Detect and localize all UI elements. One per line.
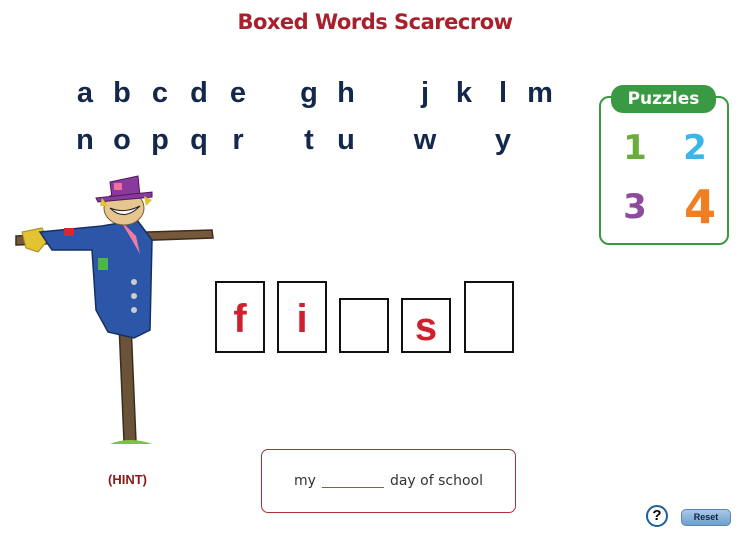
- letter-key-a[interactable]: a: [68, 76, 102, 110]
- letter-box-4[interactable]: s: [401, 298, 451, 353]
- puzzle-1-button[interactable]: 1: [618, 128, 652, 168]
- letter-key-l[interactable]: l: [486, 76, 520, 110]
- button: [131, 307, 137, 313]
- letter-key-q[interactable]: q: [182, 123, 216, 157]
- letter-box-5[interactable]: [464, 281, 514, 353]
- scarecrow-illustration: [15, 175, 214, 444]
- letter-key-m[interactable]: m: [523, 76, 557, 110]
- letter-box-2[interactable]: i: [277, 281, 327, 353]
- puzzles-label: Puzzles: [611, 85, 716, 113]
- game-title: Boxed Words Scarecrow: [237, 10, 513, 34]
- button: [131, 279, 137, 285]
- grass: [110, 440, 152, 444]
- letter-key-d[interactable]: d: [182, 76, 216, 110]
- letter-key-w[interactable]: w: [408, 123, 442, 157]
- clue-text-after: day of school: [389, 473, 483, 489]
- hint-button[interactable]: (HINT): [95, 472, 160, 487]
- letter-key-k[interactable]: k: [447, 76, 481, 110]
- letter-key-y[interactable]: y: [486, 123, 520, 157]
- reset-button[interactable]: Reset: [681, 509, 731, 526]
- clue-blank: [321, 475, 384, 488]
- letter-key-g[interactable]: g: [292, 76, 326, 110]
- letter-key-p[interactable]: p: [143, 123, 177, 157]
- clue-text-before: my: [294, 473, 316, 489]
- letter-key-e[interactable]: e: [221, 76, 255, 110]
- letter-key-h[interactable]: h: [329, 76, 363, 110]
- red-patch: [64, 228, 74, 236]
- clue-box: my day of school: [261, 449, 516, 513]
- puzzle-2-button[interactable]: 2: [678, 128, 712, 168]
- letter-key-c[interactable]: c: [143, 76, 177, 110]
- puzzle-4-button[interactable]: 4: [680, 180, 720, 234]
- letter-box-1[interactable]: f: [215, 281, 265, 353]
- hat-patch: [114, 183, 122, 190]
- help-button[interactable]: ?: [646, 505, 668, 527]
- puzzle-3-button[interactable]: 3: [618, 187, 652, 227]
- letter-key-n[interactable]: n: [68, 123, 102, 157]
- button: [131, 293, 137, 299]
- letter-key-t[interactable]: t: [292, 123, 326, 157]
- letter-key-b[interactable]: b: [105, 76, 139, 110]
- green-patch: [98, 258, 108, 270]
- letter-key-o[interactable]: o: [105, 123, 139, 157]
- letter-key-j[interactable]: j: [408, 76, 442, 110]
- letter-key-u[interactable]: u: [329, 123, 363, 157]
- letter-key-r[interactable]: r: [221, 123, 255, 157]
- letter-box-3[interactable]: [339, 298, 389, 353]
